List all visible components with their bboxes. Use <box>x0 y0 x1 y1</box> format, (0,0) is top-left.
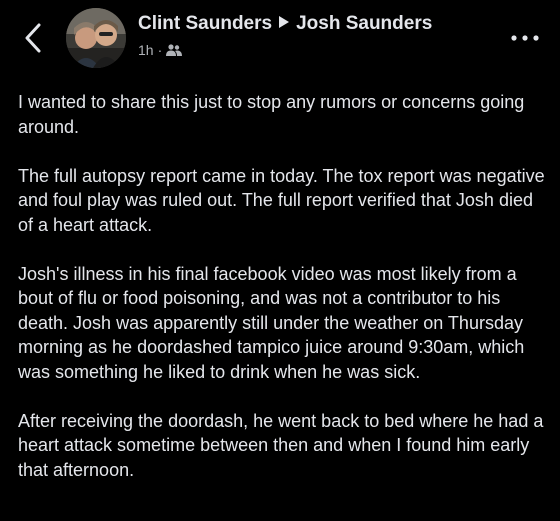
post-header: Clint Saunders Josh Saunders 1h · <box>0 0 560 78</box>
post-paragraph: After receiving the doordash, he went ba… <box>18 410 544 480</box>
more-horizontal-icon <box>511 35 539 41</box>
post-text: I wanted to share this just to stop any … <box>18 90 548 507</box>
more-options-button[interactable] <box>508 28 542 48</box>
post-paragraph: The full autopsy report came in today. T… <box>18 165 545 235</box>
arrow-right-icon <box>279 16 290 29</box>
meta-separator: · <box>157 42 163 58</box>
timestamp[interactable]: 1h <box>138 42 154 58</box>
back-button[interactable] <box>18 20 48 56</box>
friends-icon <box>166 44 183 57</box>
post-paragraph: Josh's illness in his final facebook vid… <box>18 263 525 382</box>
author-name[interactable]: Clint Saunders <box>138 13 272 34</box>
post-title: Clint Saunders Josh Saunders <box>138 13 432 35</box>
post-meta: 1h · <box>138 42 183 58</box>
post-paragraph: I wanted to share this just to stop any … <box>18 92 525 137</box>
recipient-name[interactable]: Josh Saunders <box>296 13 432 34</box>
avatar[interactable] <box>66 8 126 68</box>
chevron-left-icon <box>25 23 41 53</box>
